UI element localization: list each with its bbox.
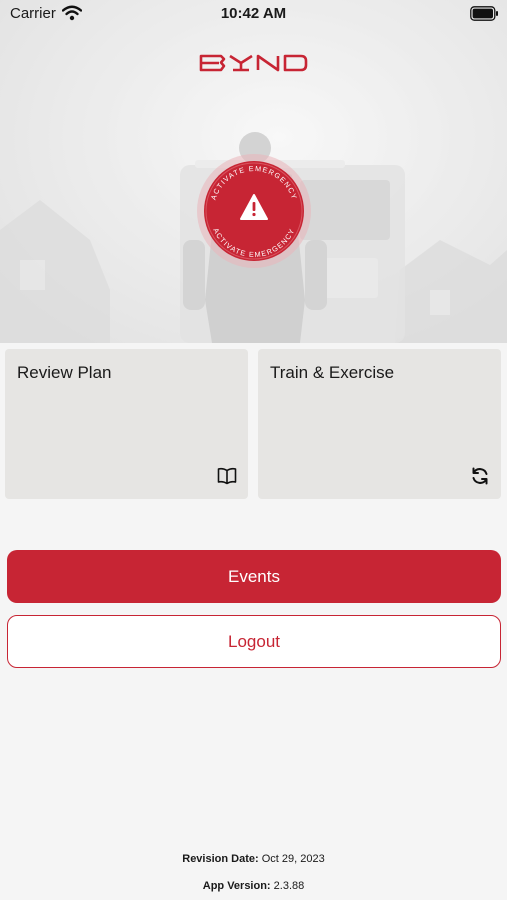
activate-emergency-button[interactable]: ACTIVATE EMERGENCY ACTIVATE EMERGENCY (196, 153, 312, 269)
home-screen: ACTIVATE EMERGENCY ACTIVATE EMERGENCY Ca… (0, 0, 507, 900)
bynd-logo (0, 54, 507, 77)
train-exercise-tile[interactable]: Train & Exercise (258, 349, 501, 499)
app-version: App Version: 2.3.88 (0, 880, 507, 892)
review-plan-tile[interactable]: Review Plan (5, 349, 248, 499)
bynd-logo-mark (199, 54, 307, 72)
events-button[interactable]: Events (7, 550, 501, 603)
review-plan-label: Review Plan (17, 363, 112, 382)
revision-date-label: Revision Date: (182, 853, 259, 865)
refresh-icon (472, 467, 488, 485)
revision-date-value: Oct 29, 2023 (261, 853, 325, 865)
app-version-value: 2.3.88 (273, 880, 305, 892)
clock-time: 10:42 AM (220, 5, 287, 22)
hero-banner: ACTIVATE EMERGENCY ACTIVATE EMERGENCY (0, 0, 507, 343)
status-bar: Carrier 10:42 AM (0, 0, 507, 30)
logout-button[interactable]: Logout (7, 615, 501, 668)
book-icon (217, 467, 237, 485)
revision-date: Revision Date: Oct 29, 2023 (0, 853, 507, 865)
train-exercise-label: Train & Exercise (270, 363, 395, 382)
battery-icon (470, 6, 498, 21)
app-version-label: App Version: (202, 880, 271, 892)
